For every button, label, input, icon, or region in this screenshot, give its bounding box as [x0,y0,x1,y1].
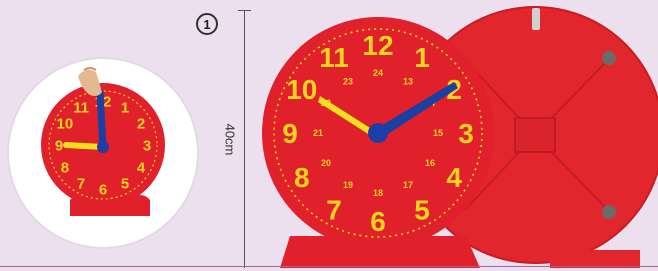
small-clock-numeral-9: 9 [55,137,63,154]
main-clock-numeral-12: 12 [362,30,393,61]
main-clock-numeral-8: 8 [294,162,310,193]
main-clock-numeral-6: 6 [370,206,386,237]
small-clock-numeral-8: 8 [61,159,69,176]
main-clock-inner-numeral-23: 23 [343,76,353,86]
main-clock-numeral-9: 9 [282,118,298,149]
small-clock-numeral-5: 5 [121,176,129,193]
small-clock-numeral-10: 10 [57,115,74,132]
small-clock-numeral-1: 1 [121,99,129,116]
main-clock-inner-numeral-19: 19 [343,180,353,190]
small-clock-numeral-3: 3 [143,137,151,154]
product-photo: 121234567891011 1 40cm [0,0,658,271]
main-clock-numeral-5: 5 [414,194,430,225]
step-number-badge: 1 [196,13,218,35]
main-clock-inner-numeral-16: 16 [425,158,435,168]
small-clock-numeral-7: 7 [77,176,85,193]
accent-line [0,266,658,267]
small-clock-numeral-6: 6 [99,181,107,198]
dimension-label: 40cm [222,123,238,156]
main-clock-inner-numeral-17: 17 [403,180,413,190]
main-clock-inner-numeral-21: 21 [313,128,323,138]
small-clock-numeral-2: 2 [137,115,145,132]
main-clock-numeral-3: 3 [458,118,474,149]
main-clock-inner-numeral-24: 24 [373,68,383,78]
main-clock-numeral-7: 7 [326,194,342,225]
main-clock-inner-numeral-13: 13 [403,76,413,86]
main-clock-numeral-1: 1 [414,42,430,73]
main-clock-numeral-10: 10 [286,74,317,105]
main-clock-photo: 121234567891011 241314151617181920212223 [262,6,658,268]
small-clock-numeral-4: 4 [137,159,146,176]
main-clock-numeral-4: 4 [446,162,462,193]
small-clock-numeral-11: 11 [73,99,89,116]
main-clock-inner-numeral-18: 18 [373,188,383,198]
main-clock-numeral-11: 11 [319,42,349,73]
inset-clock-photo: 121234567891011 [7,57,199,249]
main-clock-inner-numeral-15: 15 [433,128,443,138]
main-clock-inner-numeral-20: 20 [321,158,331,168]
